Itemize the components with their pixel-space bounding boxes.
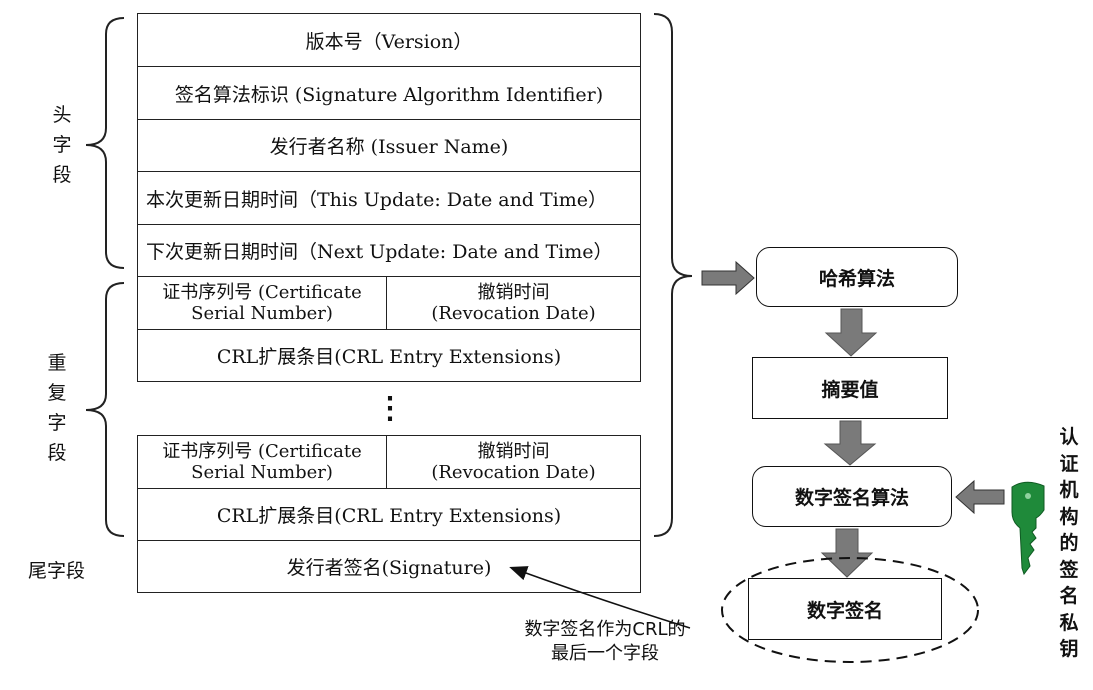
diagram-graphics [85,13,1045,663]
arrow-to-hash-icon [701,260,755,296]
arrow-key-to-sign-icon [955,479,1005,515]
header-brace-icon [85,17,125,269]
key-icon [1011,481,1045,576]
repeat-brace-icon [85,282,125,537]
arrow-sign-to-signature-icon [820,528,874,578]
arrow-hash-to-digest-icon [824,308,878,357]
caption-arrow-icon [509,566,691,629]
right-brace-icon [653,13,693,537]
arrow-digest-to-sign-icon [823,420,877,466]
